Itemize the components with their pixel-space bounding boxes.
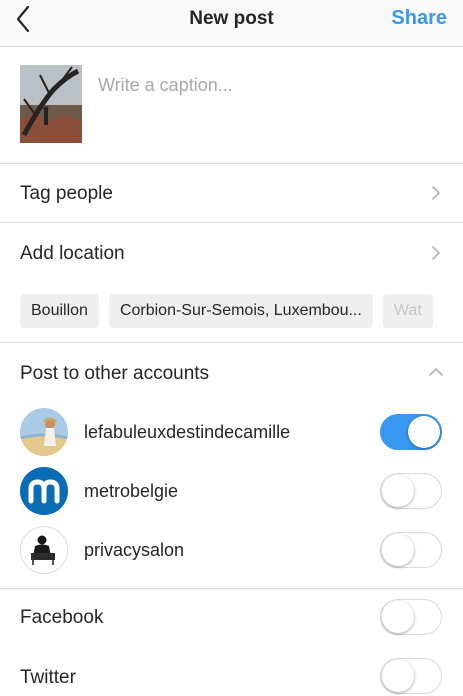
account-toggle[interactable] bbox=[380, 473, 442, 509]
location-chip[interactable]: Corbion-Sur-Semois, Luxembou... bbox=[108, 294, 373, 328]
caption-section bbox=[0, 47, 463, 163]
location-chip[interactable]: Wat bbox=[382, 294, 433, 328]
divider bbox=[0, 588, 463, 589]
account-name: privacysalon bbox=[84, 540, 185, 560]
avatar bbox=[20, 408, 68, 456]
account-toggle[interactable] bbox=[380, 532, 442, 568]
location-chip[interactable]: Bouillon bbox=[20, 294, 99, 328]
add-location-row[interactable]: Add location bbox=[0, 223, 463, 281]
avatar bbox=[20, 467, 68, 515]
account-toggle[interactable] bbox=[380, 414, 442, 450]
avatar bbox=[20, 526, 68, 574]
chevron-right-icon bbox=[432, 186, 440, 200]
header-bar: New post Share bbox=[0, 0, 463, 47]
chevron-right-icon bbox=[432, 246, 440, 260]
toggle-knob bbox=[382, 601, 414, 633]
twitter-label: Twitter bbox=[20, 667, 76, 688]
post-thumbnail bbox=[20, 65, 82, 143]
caption-input[interactable] bbox=[98, 75, 438, 96]
section-title: Post to other accounts bbox=[20, 363, 210, 384]
twitter-toggle[interactable] bbox=[380, 658, 442, 694]
add-location-label: Add location bbox=[20, 243, 125, 264]
toggle-knob bbox=[382, 660, 414, 692]
share-button[interactable]: Share bbox=[391, 7, 447, 30]
account-name: metrobelgie bbox=[84, 481, 179, 501]
tag-people-row[interactable]: Tag people bbox=[0, 164, 463, 222]
toggle-knob bbox=[382, 475, 414, 507]
location-suggestions: Bouillon Corbion-Sur-Semois, Luxembou... W… bbox=[20, 294, 463, 330]
post-to-other-accounts-header[interactable]: Post to other accounts bbox=[0, 343, 463, 401]
chevron-up-icon[interactable] bbox=[428, 364, 444, 380]
facebook-toggle[interactable] bbox=[380, 599, 442, 635]
tag-people-label: Tag people bbox=[20, 183, 113, 204]
toggle-knob bbox=[382, 534, 414, 566]
account-name: lefabuleuxdestindecamille bbox=[84, 422, 291, 442]
facebook-label: Facebook bbox=[20, 607, 104, 628]
toggle-knob bbox=[408, 416, 440, 448]
